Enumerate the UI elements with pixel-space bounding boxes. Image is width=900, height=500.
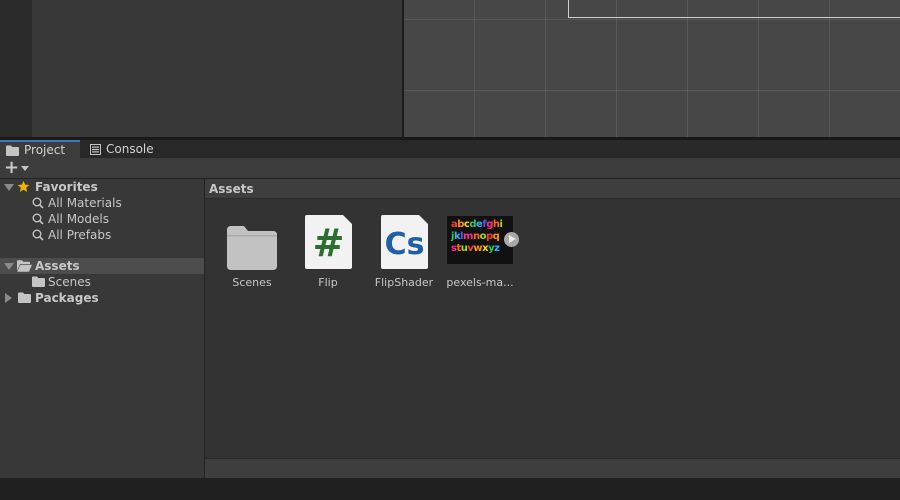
play-icon[interactable] <box>504 232 519 247</box>
tree-item-all-materials[interactable]: All Materials <box>0 195 204 211</box>
alphabet-letter: i <box>499 219 503 230</box>
status-bar <box>0 478 900 500</box>
alphabet-letter: b <box>457 219 464 230</box>
alphabet-letter: g <box>486 219 493 230</box>
hierarchy-panel[interactable] <box>32 0 402 137</box>
chevron-down-icon <box>21 165 30 171</box>
search-icon <box>32 213 44 225</box>
assets-breadcrumb: Assets <box>205 179 900 199</box>
alphabet-line: jklmnopq <box>451 231 500 243</box>
folder-icon <box>6 145 19 156</box>
folder-open-icon <box>17 260 32 272</box>
tab-console[interactable]: Console <box>84 140 164 158</box>
asset-item-flip[interactable]: # Flip <box>289 213 365 293</box>
tree-item-favorites[interactable]: Favorites <box>0 179 204 195</box>
tab-project-label: Project <box>24 143 66 157</box>
search-icon <box>32 197 44 209</box>
project-toolbar: + <box>0 158 900 179</box>
plus-icon: + <box>4 157 20 178</box>
asset-item-pexels-texture[interactable]: abcdefghi jklmnopq stuvwxyz pexels-ma... <box>441 213 519 293</box>
script-glyph: Cs <box>384 227 425 262</box>
folder-icon <box>227 226 277 270</box>
script-file-icon: # <box>303 213 353 271</box>
alphabet-letter: w <box>473 243 483 254</box>
tree-item-packages[interactable]: Packages <box>0 290 204 306</box>
tree-item-label: Favorites <box>35 180 98 194</box>
console-icon <box>90 143 101 155</box>
asset-name: FlipShader <box>374 276 434 289</box>
alphabet-letter: q <box>492 231 500 242</box>
tree-item-all-models[interactable]: All Models <box>0 211 204 227</box>
collapse-arrow-icon[interactable] <box>5 293 12 303</box>
expand-arrow-icon[interactable] <box>4 263 14 270</box>
search-icon <box>32 229 44 241</box>
asset-name: Scenes <box>232 276 272 289</box>
breadcrumb-assets[interactable]: Assets <box>209 182 254 196</box>
assets-grid: Scenes # Flip Cs FlipShader abcdefghi jk… <box>205 199 900 458</box>
alphabet-letter: z <box>494 243 500 254</box>
tree-item-label: All Prefabs <box>48 228 112 242</box>
tree-item-label: Assets <box>35 259 80 273</box>
folder-icon <box>18 292 31 303</box>
alphabet-letter: n <box>472 231 480 242</box>
alphabet-line: abcdefghi <box>451 219 503 231</box>
tree-item-label: All Models <box>48 212 109 226</box>
toolbar-strip <box>0 0 32 137</box>
asset-item-flipshader[interactable]: Cs FlipShader <box>365 213 441 293</box>
assets-footer-bar <box>205 458 900 478</box>
tree-item-label: Scenes <box>48 275 91 289</box>
cs-script-icon: Cs <box>379 213 429 271</box>
tab-bar: Project Console <box>0 140 900 158</box>
folder-icon <box>32 276 45 287</box>
asset-item-scenes[interactable]: Scenes <box>213 213 289 293</box>
scene-view[interactable] <box>404 0 900 137</box>
tree-item-label: Packages <box>35 291 99 305</box>
alphabet-letter: m <box>463 231 473 242</box>
tree-item-label: All Materials <box>48 196 122 210</box>
asset-name: Flip <box>318 276 338 289</box>
asset-name: pexels-ma... <box>446 276 514 289</box>
tree-item-scenes[interactable]: Scenes <box>0 274 204 290</box>
alphabet-letter: p <box>485 231 493 242</box>
script-glyph: # <box>312 221 345 265</box>
create-button[interactable]: + <box>4 157 34 178</box>
star-icon <box>17 180 30 192</box>
project-tree: Favorites All Materials All Models All P… <box>0 179 204 500</box>
tree-item-all-prefabs[interactable]: All Prefabs <box>0 227 204 243</box>
alphabet-line: stuvwxyz <box>451 243 500 255</box>
texture-thumbnail: abcdefghi jklmnopq stuvwxyz <box>447 213 519 271</box>
camera-frame-outline <box>568 0 900 18</box>
tree-item-assets[interactable]: Assets <box>0 258 204 274</box>
expand-arrow-icon[interactable] <box>4 184 14 191</box>
tab-console-label: Console <box>106 142 154 156</box>
tab-project[interactable]: Project <box>0 140 80 158</box>
